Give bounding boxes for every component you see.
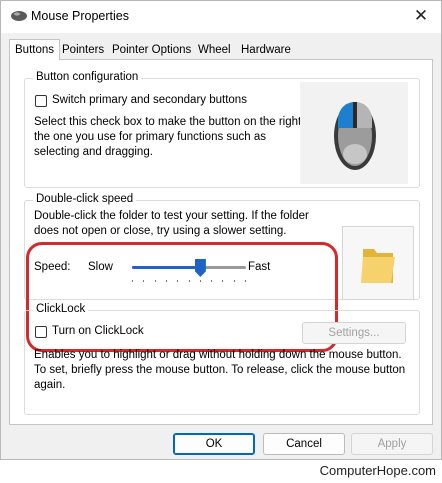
watermark-bar: ComputerHope.com [0, 460, 442, 483]
folder-icon[interactable] [343, 227, 413, 299]
double-click-speed-legend: Double-click speed [33, 193, 137, 205]
title-bar: Mouse Properties ✕ [1, 1, 441, 33]
tab-buttons[interactable]: Buttons [9, 39, 60, 60]
button-config-desc-line3: selecting and dragging. [34, 146, 153, 158]
clicklock-label[interactable]: Turn on ClickLock [52, 324, 144, 340]
mouse-properties-window: Mouse Properties ✕ Buttons Pointers Poin… [0, 0, 442, 460]
clicklock-desc-line3: again. [34, 379, 66, 391]
mouse-illustration [300, 82, 408, 184]
tab-wheel[interactable]: Wheel [193, 41, 236, 60]
window-title: Mouse Properties [31, 9, 129, 23]
tab-hardware[interactable]: Hardware [236, 41, 296, 60]
tab-pointer-options[interactable]: Pointer Options [107, 41, 196, 60]
clicklock-settings-button[interactable]: Settings... [302, 322, 406, 344]
cancel-button[interactable]: Cancel [263, 433, 345, 455]
double-click-desc-line2: does not open or close, try using a slow… [34, 225, 287, 237]
double-click-desc-line1: Double-click the folder to test your set… [34, 210, 309, 222]
switch-buttons-label[interactable]: Switch primary and secondary buttons [52, 93, 247, 109]
tab-pointers[interactable]: Pointers [57, 41, 109, 60]
button-config-desc-line2: the one you use for primary functions su… [34, 131, 267, 143]
test-folder-area[interactable] [342, 226, 414, 300]
clicklock-desc-line1: Enables you to highlight or drag without… [34, 349, 402, 361]
clicklock-checkbox[interactable] [35, 326, 47, 338]
button-config-desc-line1: Select this check box to make the button… [34, 116, 302, 128]
close-button[interactable]: ✕ [411, 5, 431, 27]
button-configuration-legend: Button configuration [33, 71, 142, 83]
apply-button[interactable]: Apply [351, 433, 433, 455]
clicklock-desc-line2: To set, briefly press the mouse button. … [34, 364, 406, 376]
clicklock-legend: ClickLock [33, 303, 89, 315]
watermark-text: ComputerHope.com [319, 463, 436, 478]
mouse-icon [334, 102, 376, 170]
ok-button[interactable]: OK [173, 433, 255, 455]
mouse-icon [11, 11, 27, 21]
switch-buttons-checkbox[interactable] [35, 95, 47, 107]
buttons-tab-panel: Button configuration Switch primary and … [9, 59, 433, 425]
